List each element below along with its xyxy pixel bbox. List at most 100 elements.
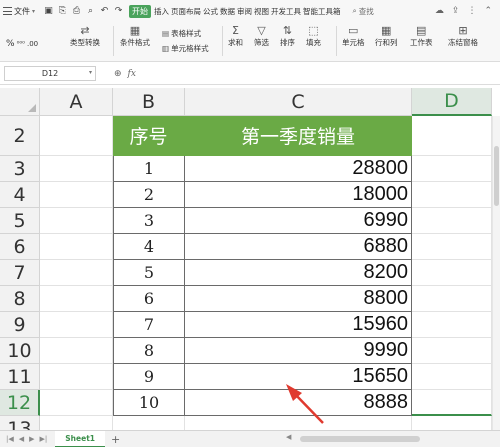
table-style-button[interactable]: ▤ 表格样式 xyxy=(162,28,201,39)
cell-a3[interactable] xyxy=(40,156,113,182)
filter-button[interactable]: ▽ 筛选 xyxy=(254,24,269,48)
row-header-11[interactable]: 11 xyxy=(0,364,40,390)
column-header-a[interactable]: A xyxy=(40,88,113,116)
sheet-tab-sheet1[interactable]: Sheet1 xyxy=(55,430,105,447)
cell-a7[interactable] xyxy=(40,260,113,286)
function-icon[interactable]: fx xyxy=(128,69,136,79)
table-cell-seq[interactable]: 6 xyxy=(113,286,185,312)
cell-d3[interactable] xyxy=(412,156,492,182)
table-cell-sales[interactable]: 8200 xyxy=(185,260,412,286)
tab-smart-tools[interactable]: 智能工具箱 xyxy=(303,6,341,17)
tab-home[interactable]: 开始 xyxy=(129,4,152,18)
tab-formula[interactable]: 公式 xyxy=(203,6,218,17)
next-sheet-icon[interactable]: ▶ xyxy=(29,435,34,443)
cell-button[interactable]: ▭ 单元格 xyxy=(342,24,365,48)
cell-d11[interactable] xyxy=(412,364,492,390)
row-header-3[interactable]: 3 xyxy=(0,156,40,182)
add-sheet-button[interactable]: + xyxy=(111,433,120,446)
cell-a6[interactable] xyxy=(40,234,113,260)
print-preview-icon[interactable]: ⌕ xyxy=(85,6,96,16)
table-cell-seq[interactable]: 3 xyxy=(113,208,185,234)
zoom-icon[interactable]: ⊕ xyxy=(114,69,122,79)
cell-c13[interactable] xyxy=(185,416,412,430)
freeze-button[interactable]: ⊞ 冻结窗格 xyxy=(448,24,478,48)
table-cell-sales[interactable]: 8888 xyxy=(185,390,412,416)
selected-cell[interactable] xyxy=(412,390,492,416)
cell-d5[interactable] xyxy=(412,208,492,234)
column-header-d[interactable]: D xyxy=(412,88,492,116)
first-sheet-icon[interactable]: |◀ xyxy=(6,435,14,443)
table-cell-sales[interactable]: 6880 xyxy=(185,234,412,260)
cloud-sync-icon[interactable]: ☁ xyxy=(435,6,444,16)
row-header-9[interactable]: 9 xyxy=(0,312,40,338)
print-icon[interactable]: ⎙ xyxy=(71,6,82,16)
row-header-7[interactable]: 7 xyxy=(0,260,40,286)
column-header-c[interactable]: C xyxy=(185,88,412,116)
table-cell-seq[interactable]: 4 xyxy=(113,234,185,260)
table-cell-seq[interactable]: 2 xyxy=(113,182,185,208)
row-col-button[interactable]: ▦ 行和列 xyxy=(375,24,398,48)
row-header-5[interactable]: 5 xyxy=(0,208,40,234)
share-icon[interactable]: ⇪ xyxy=(452,6,460,16)
percent-button[interactable]: % xyxy=(6,39,15,49)
decimal-button[interactable]: .00 xyxy=(27,40,38,48)
type-convert-button[interactable]: ⇄ 类型转换 xyxy=(70,24,100,48)
redo-icon[interactable]: ↷ xyxy=(113,6,124,16)
tab-review[interactable]: 审阅 xyxy=(237,6,252,17)
sort-button[interactable]: ⇅ 排序 xyxy=(280,24,295,48)
cell-d10[interactable] xyxy=(412,338,492,364)
cell-a9[interactable] xyxy=(40,312,113,338)
select-all-corner[interactable] xyxy=(0,88,40,116)
row-header-10[interactable]: 10 xyxy=(0,338,40,364)
cell-a10[interactable] xyxy=(40,338,113,364)
table-cell-seq[interactable]: 1 xyxy=(113,156,185,182)
cell-a13[interactable] xyxy=(40,416,113,430)
last-sheet-icon[interactable]: ▶| xyxy=(40,435,48,443)
cell-a4[interactable] xyxy=(40,182,113,208)
table-cell-seq[interactable]: 10 xyxy=(113,390,185,416)
tab-page-layout[interactable]: 页面布局 xyxy=(171,6,201,17)
cell-d6[interactable] xyxy=(412,234,492,260)
table-cell-sales[interactable]: 6990 xyxy=(185,208,412,234)
table-cell-sales[interactable]: 18000 xyxy=(185,182,412,208)
cell-d2[interactable] xyxy=(412,116,492,156)
vertical-scrollbar[interactable] xyxy=(492,116,500,430)
name-box[interactable]: D12 ▾ xyxy=(4,66,96,81)
cell-a11[interactable] xyxy=(40,364,113,390)
table-cell-seq[interactable]: 8 xyxy=(113,338,185,364)
row-header-4[interactable]: 4 xyxy=(0,182,40,208)
file-menu[interactable]: 文件 ▾ xyxy=(3,6,35,17)
column-header-b[interactable]: B xyxy=(113,88,185,116)
prev-sheet-icon[interactable]: ◀ xyxy=(19,435,24,443)
save-icon[interactable]: ▣ xyxy=(43,6,54,16)
cell-d13[interactable] xyxy=(412,416,492,430)
table-cell-sales[interactable]: 9990 xyxy=(185,338,412,364)
row-header-12[interactable]: 12 xyxy=(0,390,40,416)
tab-data[interactable]: 数据 xyxy=(220,6,235,17)
table-cell-sales[interactable]: 28800 xyxy=(185,156,412,182)
table-cell-sales[interactable]: 15960 xyxy=(185,312,412,338)
scroll-left-icon[interactable]: ◀ xyxy=(286,433,291,441)
conditional-format-button[interactable]: ▦ 条件格式 xyxy=(120,24,150,48)
cell-d8[interactable] xyxy=(412,286,492,312)
table-cell-seq[interactable]: 9 xyxy=(113,364,185,390)
table-cell-sales[interactable]: 8800 xyxy=(185,286,412,312)
row-header-2[interactable]: 2 xyxy=(0,116,40,156)
cell-style-button[interactable]: ▥ 单元格样式 xyxy=(162,43,209,54)
formula-input[interactable] xyxy=(144,66,496,81)
cell-a12[interactable] xyxy=(40,390,113,416)
worksheet-button[interactable]: ▤ 工作表 xyxy=(410,24,433,48)
tab-insert[interactable]: 插入 xyxy=(154,6,169,17)
row-header-8[interactable]: 8 xyxy=(0,286,40,312)
cell-b13[interactable] xyxy=(113,416,185,430)
cell-d4[interactable] xyxy=(412,182,492,208)
tab-view[interactable]: 视图 xyxy=(254,6,269,17)
table-cell-seq[interactable]: 5 xyxy=(113,260,185,286)
table-header-seq[interactable]: 序号 xyxy=(113,116,185,156)
export-pdf-icon[interactable]: ⎘ xyxy=(57,6,68,16)
horizontal-scrollbar[interactable] xyxy=(300,436,420,442)
fill-button[interactable]: ⬚ 填充 xyxy=(306,24,321,48)
more-icon[interactable]: ⋮ xyxy=(467,6,476,16)
table-cell-sales[interactable]: 15650 xyxy=(185,364,412,390)
cell-a2[interactable] xyxy=(40,116,113,156)
